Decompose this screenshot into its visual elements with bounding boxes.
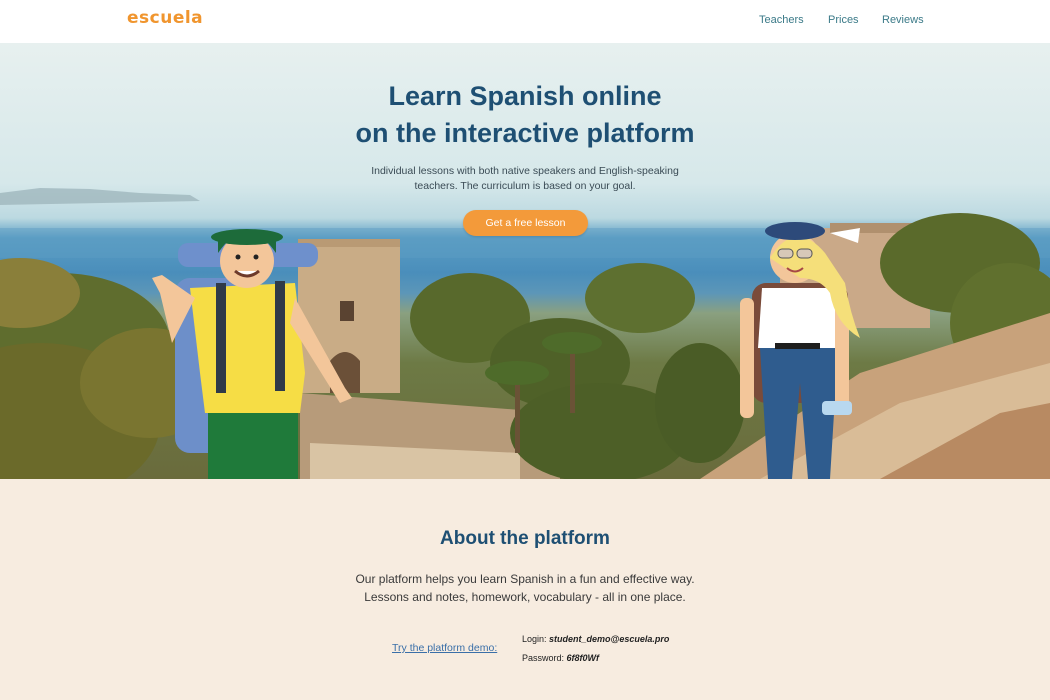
- try-demo-link[interactable]: Try the platform demo:: [392, 642, 497, 654]
- about-text-line-2: Lessons and notes, homework, vocabulary …: [364, 590, 686, 604]
- hero-section: Learn Spanish online on the interactive …: [0, 43, 1050, 479]
- nav-prices[interactable]: Prices: [828, 14, 859, 26]
- about-description: Our platform helps you learn Spanish in …: [0, 570, 1050, 606]
- login-value: student_demo@escuela.pro: [549, 634, 670, 644]
- nav-teachers[interactable]: Teachers: [759, 14, 804, 26]
- login-label: Login:: [522, 634, 547, 644]
- hero-title-line-2: on the interactive platform: [355, 118, 695, 148]
- nav-reviews[interactable]: Reviews: [882, 14, 924, 26]
- get-free-lesson-button[interactable]: Get a free lesson: [463, 210, 588, 236]
- hero-subtitle-line-2: teachers. The curriculum is based on you…: [414, 180, 636, 192]
- password-value: 6f8f0Wf: [566, 653, 600, 663]
- demo-password: Password: 6f8f0Wf: [522, 653, 599, 663]
- hero-subtitle-line-1: Individual lessons with both native spea…: [371, 165, 679, 177]
- about-text-line-1: Our platform helps you learn Spanish in …: [355, 572, 695, 586]
- demo-login: Login: student_demo@escuela.pro: [522, 634, 669, 644]
- top-header: escuela Teachers Prices Reviews: [0, 0, 1050, 43]
- about-title: About the platform: [440, 528, 610, 549]
- hero-title: Learn Spanish online on the interactive …: [0, 78, 1050, 152]
- hero-subtitle: Individual lessons with both native spea…: [0, 164, 1050, 194]
- logo[interactable]: escuela: [127, 8, 203, 28]
- password-label: Password:: [522, 653, 565, 663]
- hero-title-line-1: Learn Spanish online: [388, 81, 662, 111]
